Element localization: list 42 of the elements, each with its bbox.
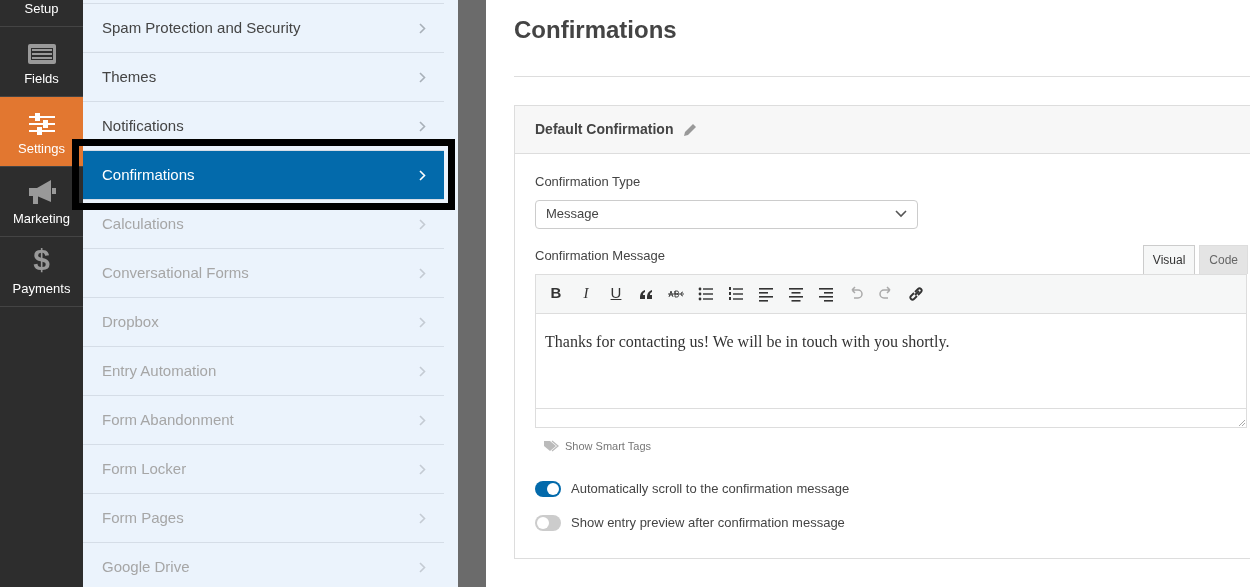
- select-field[interactable]: Message: [535, 199, 918, 229]
- sliders-icon: [28, 112, 55, 135]
- menu-item[interactable]: Spam Protection and Security: [83, 3, 444, 52]
- sidebar-label: Fields: [24, 69, 59, 88]
- sidebar-label: Settings: [18, 139, 65, 158]
- sidebar-label: Marketing: [12, 209, 71, 228]
- chevron-right-icon: [419, 120, 426, 132]
- chevron-right-icon: [419, 267, 426, 279]
- editor-tab[interactable]: Code: [1199, 244, 1248, 274]
- chevron-right-icon: [419, 414, 426, 426]
- field-label: Confirmation Type: [535, 173, 642, 191]
- dollar-icon: $: [33, 244, 50, 275]
- chevron-right-icon: [419, 561, 426, 573]
- chevron-right-icon: [419, 316, 426, 328]
- pencil-icon[interactable]: [683, 122, 698, 137]
- card-title: Default Confirmation: [535, 120, 674, 139]
- bold-button[interactable]: B: [544, 281, 568, 306]
- toggle-label: Automatically scroll to the confirmation message: [571, 480, 850, 499]
- chevron-right-icon: [419, 71, 426, 83]
- underline-button[interactable]: U: [604, 281, 628, 306]
- editor-tab[interactable]: Visual: [1142, 244, 1196, 274]
- toggle-switch[interactable]: [535, 481, 561, 497]
- toggle-label: Show entry preview after confirmation message: [571, 514, 845, 533]
- chevron-right-icon: [419, 512, 426, 524]
- chevron-right-icon: [419, 169, 426, 181]
- chevron-right-icon: [419, 365, 426, 377]
- message-text: Thanks for contacting us! We will be in touch with you shortly.: [545, 332, 950, 350]
- caret-icon: [895, 210, 907, 218]
- smart-tags-link[interactable]: Show Smart Tags: [565, 437, 651, 454]
- page-title: Confirmations: [514, 16, 678, 45]
- toggle-switch[interactable]: [535, 515, 561, 531]
- chevron-right-icon: [419, 463, 426, 475]
- italic-button[interactable]: I: [574, 281, 598, 306]
- chevron-right-icon: [419, 22, 426, 34]
- megaphone-icon: [26, 178, 57, 205]
- list-icon: [26, 42, 57, 65]
- field-label: Confirmation Message: [535, 247, 666, 265]
- chevron-right-icon: [419, 218, 426, 230]
- sidebar-label: Payments: [12, 279, 71, 298]
- sidebar-label: Setup: [24, 0, 59, 18]
- menu-item[interactable]: Themes: [83, 52, 444, 101]
- tag-icon: [543, 439, 559, 452]
